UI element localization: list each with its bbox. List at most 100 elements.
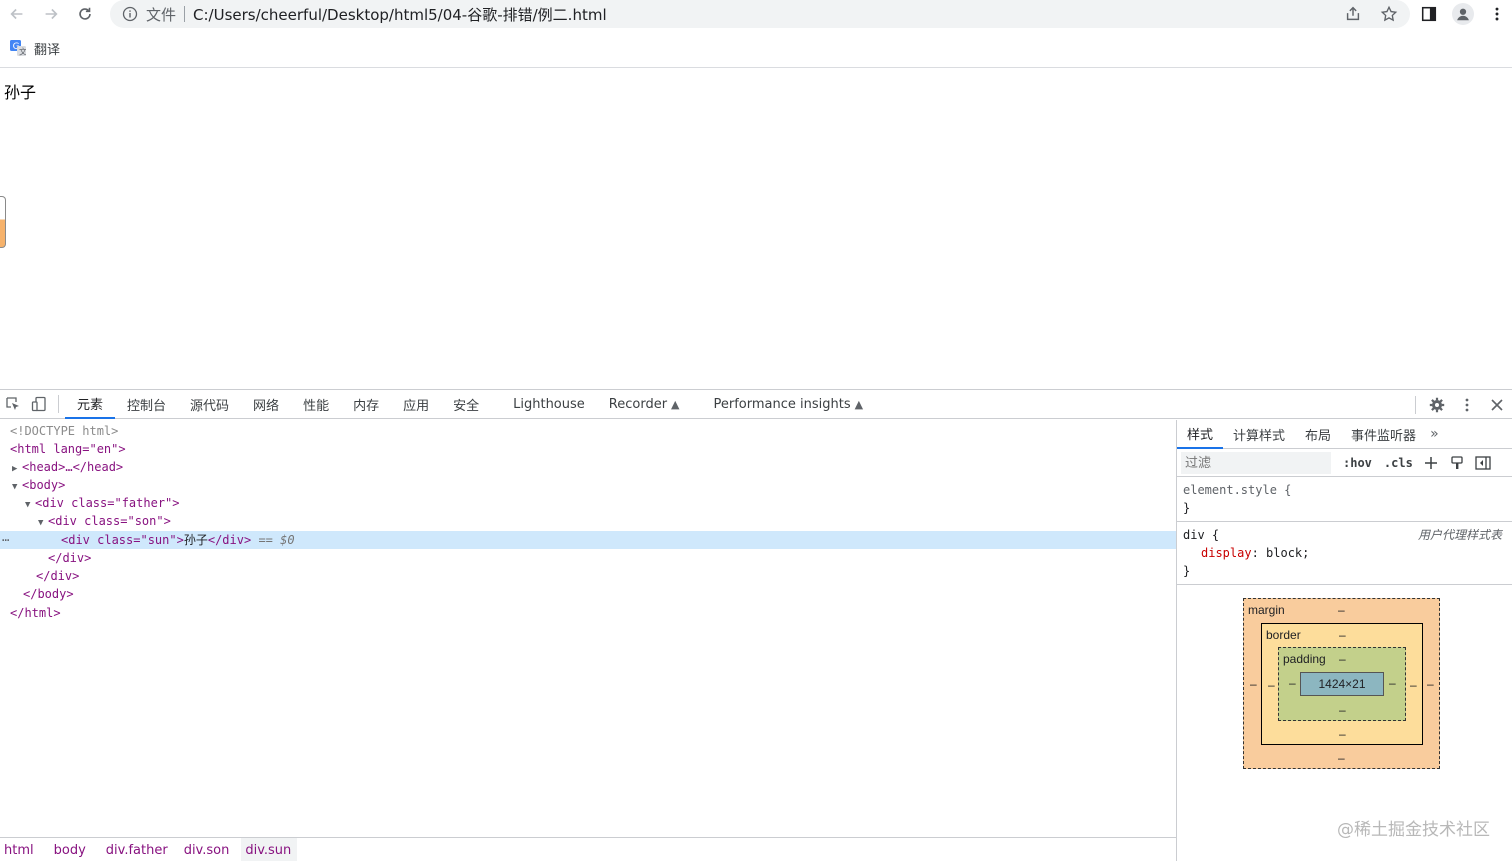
tab-security[interactable]: 安全 (441, 390, 491, 419)
tab-performance[interactable]: 性能 (291, 390, 341, 419)
styles-pane: 样式 计算样式 布局 事件监听器 » :hov .cls element.sty… (1176, 420, 1512, 861)
paint-brush-icon (1451, 455, 1463, 469)
sun-close-tag: </div> (207, 533, 252, 547)
toggle-sidebar-button[interactable] (1475, 455, 1491, 471)
person-icon (1457, 8, 1469, 21)
url-separator (184, 6, 186, 22)
page-viewport: 孙子 (0, 68, 1512, 389)
rule-close-brace: } (1183, 501, 1191, 515)
more-tabs-chevron-icon[interactable]: » (1426, 426, 1439, 442)
tab-layout[interactable]: 布局 (1295, 420, 1341, 449)
kebab-menu-icon (1465, 398, 1469, 411)
tab-recorder-label: Recorder (608, 396, 668, 412)
customize-devtools-button[interactable] (1452, 390, 1482, 419)
kebab-menu-icon[interactable] (1488, 5, 1506, 23)
body-open-tag: <body> (22, 478, 66, 492)
breadcrumb-div-sun[interactable]: div.sun (241, 838, 298, 861)
tree-node-father[interactable]: ▼ <div class="father"> (0, 494, 1176, 512)
color-format-button[interactable] (1449, 455, 1465, 471)
settings-button[interactable] (1422, 390, 1452, 419)
tab-lighthouse[interactable]: Lighthouse (501, 390, 597, 419)
border-label: border (1266, 628, 1301, 642)
tab-styles[interactable]: 样式 (1177, 420, 1224, 449)
tree-node-son[interactable]: ▼ <div class="son"> (0, 512, 1176, 530)
cursor-select-icon (6, 397, 19, 410)
gear-icon (1429, 397, 1445, 412)
arrow-right-icon (45, 8, 58, 20)
tab-computed[interactable]: 计算样式 (1223, 420, 1295, 449)
arrow-left-icon (10, 8, 23, 20)
more-dots-icon[interactable]: ⋯ (2, 531, 9, 549)
svg-text:文: 文 (19, 47, 26, 57)
tab-memory[interactable]: 内存 (341, 390, 391, 419)
tree-node-father-close[interactable]: </div> (0, 567, 1176, 585)
tab-console[interactable]: 控制台 (115, 390, 178, 419)
tab-event-listeners[interactable]: 事件监听器 (1341, 420, 1426, 449)
box-model-padding[interactable]: padding – – – – 1424×21 (1278, 647, 1406, 721)
reload-button[interactable] (68, 0, 102, 28)
url-text[interactable]: C:/Users/cheerful/Desktop/html5/04-谷歌-排错… (193, 4, 607, 25)
inspect-element-button[interactable] (0, 390, 26, 419)
tree-node-body[interactable]: ▼ <body> (0, 476, 1176, 494)
margin-label: margin (1248, 603, 1285, 617)
bookmark-translate[interactable]: 翻译 (34, 39, 60, 58)
tab-recorder[interactable]: Recorder ▲ (597, 390, 692, 419)
hov-button[interactable]: :hov (1343, 456, 1372, 470)
device-toolbar-button[interactable] (26, 390, 52, 419)
collapse-triangle-icon[interactable]: ▼ (38, 514, 48, 532)
tree-node-sun-selected[interactable]: ⋯ <div class="sun">孙子</div> == $0 (0, 531, 1176, 549)
breadcrumb-div-father[interactable]: div.father (102, 838, 174, 861)
flask-icon: ▲ (854, 397, 864, 411)
box-model-diagram: margin – – – – border – – – – padding – … (1243, 598, 1440, 769)
elements-tree: <!DOCTYPE html> <html lang="en"> ▶ <head>… (0, 420, 1176, 836)
tree-node-html-close[interactable]: </html> (0, 604, 1176, 622)
plus-icon (1424, 456, 1437, 469)
share-icon[interactable] (1344, 5, 1362, 23)
user-agent-stylesheet-label: 用户代理样式表 (1417, 528, 1502, 542)
tree-node-html[interactable]: <html lang="en"> (0, 440, 1176, 458)
address-bar[interactable]: 文件 C:/Users/cheerful/Desktop/html5/04-谷歌… (110, 0, 1410, 28)
border-bottom-value: – (1339, 727, 1346, 741)
box-model-margin[interactable]: margin – – – – border – – – – padding – … (1243, 598, 1440, 769)
profile-avatar[interactable] (1452, 3, 1474, 25)
close-devtools-button[interactable] (1482, 390, 1512, 419)
tab-network[interactable]: 网络 (241, 390, 291, 419)
border-right-value: – (1410, 678, 1417, 692)
div-display-declaration[interactable]: display: block; (1183, 544, 1506, 562)
back-button[interactable] (0, 0, 34, 28)
element-style-selector: element.style { (1183, 483, 1292, 497)
devtools-actions (1409, 390, 1512, 419)
sidebar-toggle-icon (1475, 455, 1491, 470)
flask-icon: ▲ (671, 397, 680, 411)
div-user-agent-rule[interactable]: div { 用户代理样式表 display: block; } (1177, 522, 1512, 585)
tab-sources[interactable]: 源代码 (178, 390, 241, 419)
tree-node-son-close[interactable]: </div> (0, 549, 1176, 567)
omnibox-actions (1344, 5, 1398, 23)
margin-right-value: – (1427, 677, 1434, 691)
breadcrumb-body[interactable]: body (50, 838, 92, 861)
styles-filter-row: :hov .cls (1177, 449, 1512, 477)
tree-node-body-close[interactable]: </body> (0, 585, 1176, 603)
breadcrumb-div-son[interactable]: div.son (180, 838, 236, 861)
side-panel-icon[interactable] (1420, 5, 1438, 23)
tab-performance-insights[interactable]: Performance insights ▲ (702, 390, 876, 419)
cls-button[interactable]: .cls (1384, 456, 1413, 470)
sidebar-edge-handle[interactable] (0, 196, 6, 248)
actions-separator (1415, 395, 1416, 414)
box-model-content[interactable]: 1424×21 (1300, 672, 1384, 696)
info-icon[interactable] (122, 6, 138, 22)
new-rule-button[interactable] (1423, 455, 1439, 471)
tab-application[interactable]: 应用 (391, 390, 441, 419)
tab-elements[interactable]: 元素 (65, 390, 116, 419)
element-style-rule[interactable]: element.style { } (1177, 477, 1512, 522)
box-model-border[interactable]: border – – – – padding – – – – 1424×21 (1261, 623, 1423, 745)
tree-node-head[interactable]: ▶ <head>…</head> (0, 458, 1176, 476)
forward-button[interactable] (34, 0, 68, 28)
star-icon[interactable] (1380, 5, 1398, 23)
rule-close-brace: } (1183, 564, 1191, 578)
breadcrumb-html[interactable]: html (0, 838, 40, 861)
margin-bottom-value: – (1338, 751, 1345, 765)
tree-node-doctype[interactable]: <!DOCTYPE html> (0, 422, 1176, 440)
styles-filter-input[interactable] (1181, 451, 1331, 474)
browser-toolbar: 文件 C:/Users/cheerful/Desktop/html5/04-谷歌… (0, 0, 1512, 28)
